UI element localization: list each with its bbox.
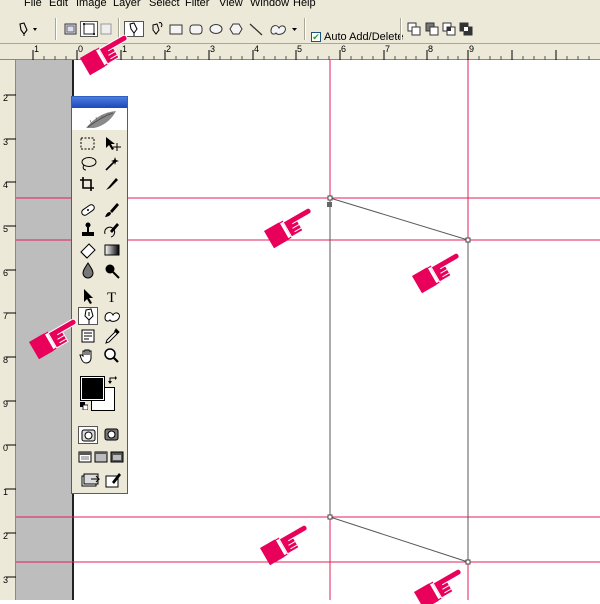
type-icon[interactable]: T: [102, 287, 122, 305]
svg-text:T: T: [107, 290, 116, 305]
healing-brush-icon[interactable]: [78, 201, 98, 219]
pointing-hand-icon: [410, 250, 466, 294]
gradient-icon[interactable]: [102, 241, 122, 259]
pointing-hand-icon: [258, 522, 314, 566]
path-selection-icon[interactable]: [78, 287, 98, 305]
dodge-icon[interactable]: [102, 261, 122, 279]
anchor-point: [465, 237, 471, 243]
standard-screen-mode-icon[interactable]: [77, 448, 93, 466]
default-colors-icon[interactable]: [80, 401, 89, 411]
custom-shape-icon[interactable]: [102, 307, 122, 325]
clone-stamp-icon[interactable]: [78, 221, 98, 239]
magic-wand-icon[interactable]: [102, 155, 122, 173]
slice-icon[interactable]: [102, 175, 122, 193]
toolbox-header: [72, 108, 127, 130]
history-brush-icon[interactable]: [102, 221, 122, 239]
toolbox-panel[interactable]: T: [71, 96, 128, 494]
pointing-hand-icon: [27, 316, 83, 360]
pointing-hand-icon: [262, 205, 318, 249]
move-icon[interactable]: [102, 135, 122, 153]
anchor-point: [327, 514, 333, 520]
feather-icon: [86, 111, 116, 128]
path-handle: [327, 202, 332, 207]
swap-colors-icon[interactable]: [108, 375, 118, 385]
anchor-point: [327, 195, 333, 201]
standard-mode-icon[interactable]: [78, 426, 98, 444]
toolbox-title-bar[interactable]: [72, 97, 127, 108]
blur-icon[interactable]: [78, 261, 98, 279]
rectangular-marquee-icon[interactable]: [78, 135, 98, 153]
anchor-point: [465, 559, 471, 565]
zoom-icon[interactable]: [102, 347, 122, 365]
foreground-color-swatch[interactable]: [80, 376, 105, 401]
pointing-hand-icon: [78, 32, 134, 76]
crop-icon[interactable]: [78, 175, 98, 193]
quick-mask-icon[interactable]: [102, 426, 122, 444]
full-screen-mode-icon[interactable]: [109, 448, 125, 466]
pointing-hand-icon: [412, 566, 468, 604]
eraser-icon[interactable]: [78, 241, 98, 259]
jump-to-imageready-icon[interactable]: [80, 471, 102, 489]
lasso-icon[interactable]: [78, 155, 98, 173]
eyedropper-icon[interactable]: [102, 327, 122, 345]
full-screen-menu-mode-icon[interactable]: [93, 448, 109, 466]
edit-in-imageready-icon[interactable]: [103, 471, 123, 489]
brush-icon[interactable]: [102, 201, 122, 219]
